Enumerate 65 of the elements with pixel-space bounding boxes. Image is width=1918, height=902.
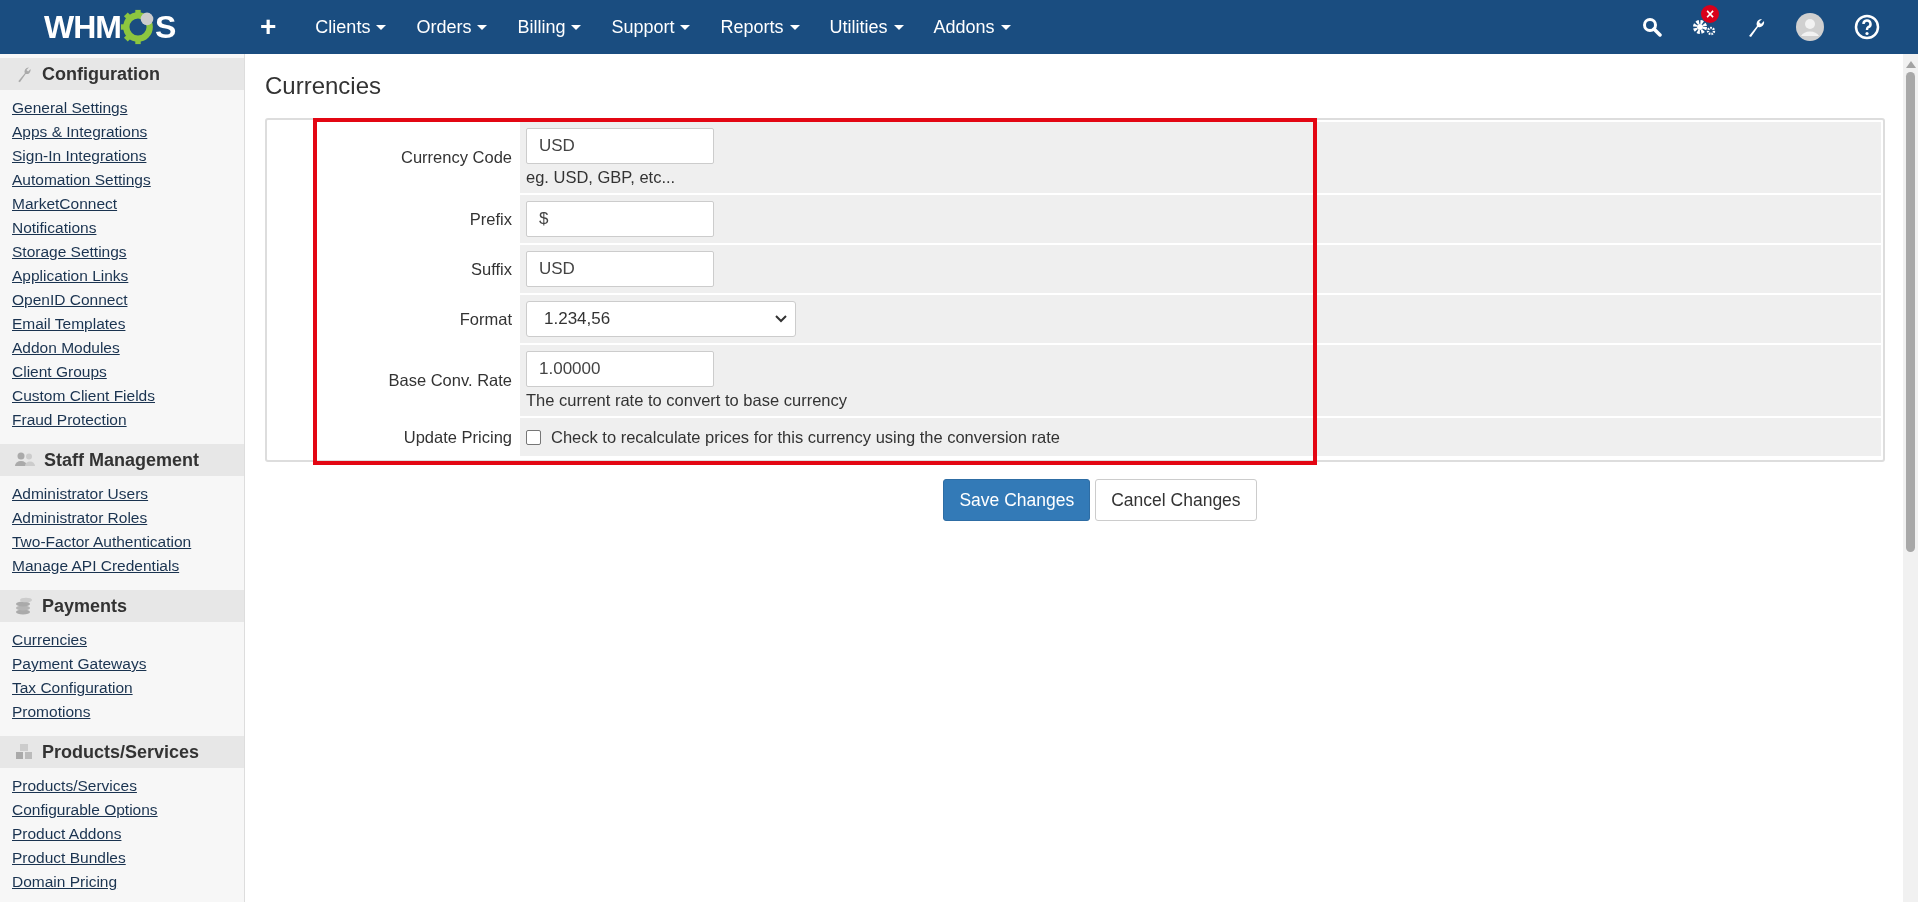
sidebar-link[interactable]: Payment Gateways: [12, 655, 147, 672]
sidebar-link[interactable]: Product Addons: [12, 825, 122, 842]
sidebar-link[interactable]: Currencies: [12, 631, 87, 648]
chevron-down-icon: [775, 315, 787, 323]
sidebar-link[interactable]: Fraud Protection: [12, 411, 127, 428]
text-field[interactable]: $: [526, 201, 714, 237]
nav-menu[interactable]: Utilities: [814, 16, 919, 38]
help-text: eg. USD, GBP, etc...: [526, 168, 677, 187]
format-dropdown[interactable]: 1.234,56: [526, 301, 796, 337]
help-text: The current rate to convert to base currency: [526, 391, 848, 410]
logo[interactable]: WHM S: [44, 8, 214, 46]
coins-icon: [15, 597, 33, 615]
avatar-icon[interactable]: [1796, 13, 1824, 41]
sidebar-link[interactable]: Sign-In Integrations: [12, 147, 147, 164]
cancel-button[interactable]: Cancel Changes: [1095, 479, 1257, 521]
sidebar-link[interactable]: Product Bundles: [12, 849, 126, 866]
gears-icon[interactable]: [1692, 17, 1716, 37]
sidebar-link[interactable]: Promotions: [12, 703, 91, 720]
sidebar-link[interactable]: Products/Services: [12, 777, 137, 794]
sidebar-link[interactable]: MarketConnect: [12, 195, 118, 212]
sidebar-link[interactable]: Configurable Options: [12, 801, 158, 818]
page-title: Currencies: [265, 72, 383, 100]
checkbox-label: Check to recalculate prices for this currency using the conversion rate: [551, 427, 1060, 447]
people-icon: [15, 452, 35, 468]
sidebar-link[interactable]: Addon Modules: [12, 339, 120, 356]
add-button[interactable]: +: [250, 11, 287, 43]
checkbox[interactable]: [526, 429, 541, 445]
sidebar-link[interactable]: Administrator Users: [12, 485, 149, 502]
sidebar-section-title: Products/Services: [42, 741, 200, 763]
sidebar-section-title: Staff Management: [44, 449, 200, 471]
sidebar-link[interactable]: OpenID Connect: [12, 291, 128, 308]
sidebar-link[interactable]: Client Groups: [12, 363, 107, 380]
nav-menu[interactable]: Billing: [502, 16, 597, 38]
sidebar-link[interactable]: Administrator Roles: [12, 509, 148, 526]
nav-menu[interactable]: Addons: [918, 16, 1026, 38]
nav-menu[interactable]: Reports: [705, 16, 815, 38]
nav-menu[interactable]: Orders: [401, 16, 503, 38]
sidebar-link[interactable]: General Settings: [12, 99, 128, 116]
sidebar-link[interactable]: Domain Pricing: [12, 873, 118, 890]
sidebar-link[interactable]: Custom Client Fields: [12, 387, 155, 404]
nav-menu[interactable]: Support: [596, 16, 706, 38]
sidebar-link[interactable]: Automation Settings: [12, 171, 151, 188]
notification-badge: ×: [1701, 5, 1719, 23]
save-button[interactable]: Save Changes: [943, 479, 1091, 521]
text-field[interactable]: USD: [526, 251, 714, 287]
gear-icon: [119, 9, 156, 45]
nav-menu[interactable]: Clients: [300, 16, 402, 38]
help-icon[interactable]: [1854, 14, 1880, 40]
sidebar-section-title: Payments: [42, 595, 128, 617]
scrollbar[interactable]: [1903, 54, 1918, 902]
wrench-icon[interactable]: [1746, 16, 1766, 38]
text-field[interactable]: USD: [526, 128, 714, 164]
sidebar-link[interactable]: Notifications: [12, 219, 97, 236]
scrollbar-thumb[interactable]: [1906, 72, 1915, 552]
cubes-icon: [15, 743, 33, 761]
sidebar-link[interactable]: Tax Configuration: [12, 679, 133, 696]
sidebar-link[interactable]: Apps & Integrations: [12, 123, 148, 140]
sidebar-section-title: Configuration: [42, 63, 160, 85]
sidebar-link[interactable]: Application Links: [12, 267, 129, 284]
sidebar-link[interactable]: Email Templates: [12, 315, 126, 332]
sidebar-link[interactable]: Two-Factor Authentication: [12, 533, 192, 550]
text-field[interactable]: 1.00000: [526, 351, 714, 387]
sidebar-link[interactable]: Storage Settings: [12, 243, 127, 260]
sidebar-link[interactable]: Manage API Credentials: [12, 557, 180, 574]
search-icon[interactable]: [1642, 17, 1662, 37]
